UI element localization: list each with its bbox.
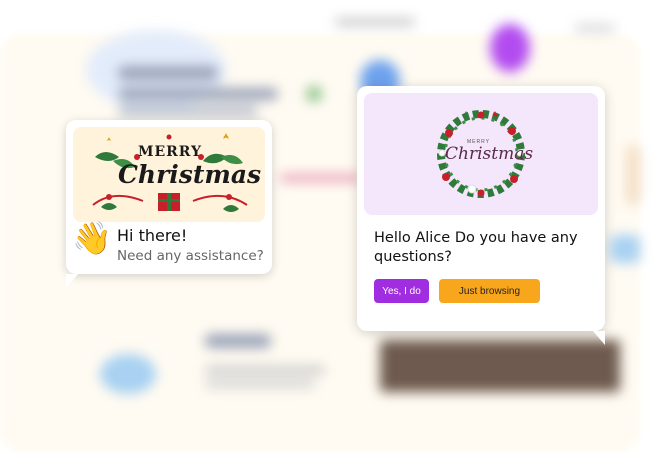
greeting-subtitle: Need any assistance?: [117, 248, 264, 264]
banner-small-line1: MERRY: [138, 144, 203, 160]
chat-prompt-widget: MERRY Christmas Hello Alice Do you have …: [357, 86, 605, 345]
yes-i-do-button[interactable]: Yes, I do: [374, 279, 429, 303]
banner-small-line2: Christmas: [118, 160, 262, 189]
chat-prompt-widget-tail: [593, 331, 605, 345]
greeting-widget[interactable]: MERRY Christmas 👋 Hi there! Need any ass…: [66, 120, 272, 288]
greeting-widget-tail: [66, 274, 78, 288]
waving-hand-icon: 👋: [72, 220, 112, 256]
banner-main-script: Christmas: [445, 144, 534, 164]
chat-question: Hello Alice Do you have any questions?: [374, 230, 578, 265]
just-browsing-button[interactable]: Just browsing: [439, 279, 540, 303]
greeting-title: Hi there!: [117, 226, 188, 245]
